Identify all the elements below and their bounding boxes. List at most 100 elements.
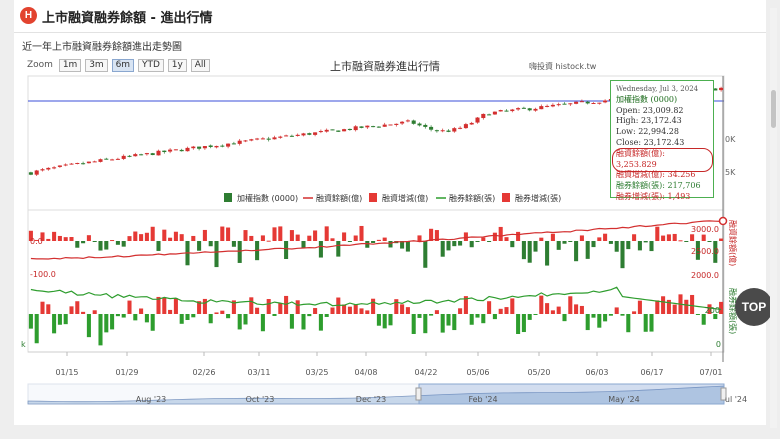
margin-change-bar (173, 231, 178, 241)
short-change-bar (417, 314, 422, 318)
candle-body (144, 153, 149, 155)
margin-change-bar (301, 241, 306, 249)
margin-change-bar (191, 235, 196, 241)
candle-body (365, 125, 370, 128)
margin-change-bar (347, 241, 352, 242)
short-change-bar (46, 304, 51, 314)
margin-change-bar (220, 226, 225, 241)
tooltip-series-name: 加權指數 (0000) (616, 94, 678, 104)
margin-change-bar (475, 241, 480, 242)
short-change-bar (690, 294, 695, 314)
short-change-bar (133, 314, 138, 321)
short-change-bar (98, 314, 103, 346)
margin-change-bar (446, 241, 451, 251)
scrollbar-thumb[interactable] (771, 90, 776, 128)
margin-change-bar (307, 235, 312, 241)
short-change-bar (475, 314, 480, 318)
tooltip-short-balance: 融券餘額(張): 217,706 (616, 181, 701, 191)
margin-change-bar (69, 237, 74, 241)
short-change-bar (434, 310, 439, 314)
pane1-right-tick: 5K (725, 168, 736, 177)
candle-body (307, 133, 312, 135)
pane3-left-tick: k (21, 340, 26, 349)
x-axis-label: 02/26 (192, 368, 215, 377)
margin-change-bar (684, 241, 689, 242)
short-change-bar (446, 314, 451, 326)
short-change-bar (440, 314, 445, 333)
navigator-label: ul '24 (725, 395, 747, 404)
margin-change-bar (666, 234, 671, 241)
candle-body (92, 161, 97, 163)
margin-change-bar (226, 227, 231, 241)
x-axis-label: 03/25 (305, 368, 328, 377)
back-to-top-button[interactable]: TOP (735, 288, 773, 326)
candle-body (52, 167, 57, 169)
short-change-bar (289, 314, 294, 329)
margin-change-bar (231, 241, 236, 247)
margin-change-bar (92, 241, 97, 242)
margin-change-bar (52, 231, 57, 241)
margin-change-bar (690, 234, 695, 241)
candle-body (469, 122, 474, 125)
candle-body (289, 135, 294, 137)
margin-change-bar (562, 241, 567, 244)
short-change-bar (481, 314, 486, 324)
candle-body (429, 126, 434, 130)
short-change-bar (144, 314, 149, 323)
short-change-bar (81, 311, 86, 314)
short-change-bar (57, 314, 62, 325)
margin-change-bar (516, 231, 521, 241)
stock-chart[interactable]: 加權指數 (0000) 融資餘額(億) 融資增減(億) 融券餘額(張) 融券增減(張) … (14, 0, 766, 425)
short-change-bar (179, 314, 184, 324)
candle-body (318, 131, 323, 133)
short-change-bar (684, 299, 689, 314)
candle-body (400, 121, 405, 124)
short-change-bar (260, 314, 265, 332)
candle-body (104, 158, 109, 160)
short-change-bar (516, 314, 521, 334)
candle-body (121, 155, 126, 159)
short-change-bar (388, 314, 393, 326)
short-change-bar (405, 307, 410, 314)
short-change-bar (545, 303, 550, 314)
navigator-handle-left (415, 387, 422, 401)
tooltip-short-change: 融券增減(張): 1,493 (616, 191, 691, 201)
candle-body (162, 150, 167, 153)
margin-change-bar (249, 235, 254, 241)
margin-change-bar (469, 241, 474, 248)
short-change-bar (533, 314, 538, 315)
margin-change-bar (336, 241, 341, 257)
margin-change-bar (179, 234, 184, 241)
short-change-bar (104, 314, 109, 333)
margin-change-bar (556, 241, 561, 250)
short-balance-line (30, 286, 722, 311)
short-change-bar (452, 314, 457, 331)
short-change-bar (347, 306, 352, 314)
candle-body (411, 120, 416, 124)
candle-body (719, 87, 724, 91)
short-change-bar (458, 308, 463, 314)
legend-item: 融券餘額(張) (449, 193, 495, 203)
short-change-bar (34, 314, 39, 344)
pane2-left-tick: -100.0 (30, 270, 56, 279)
short-change-bar (574, 304, 579, 314)
candle-body (481, 113, 486, 119)
page-scrollbar[interactable] (770, 8, 777, 428)
x-axis-label: 04/22 (414, 368, 437, 377)
short-change-bar (173, 298, 178, 314)
margin-change-bar (579, 235, 584, 241)
navigator-label: May '24 (608, 395, 639, 404)
candle-body (330, 129, 335, 131)
margin-change-bar (678, 240, 683, 242)
candle-body (266, 138, 271, 140)
candle-body (475, 117, 480, 123)
candle-body (86, 161, 91, 164)
margin-change-bar (237, 241, 242, 263)
candle-body (301, 133, 306, 136)
candle-body (521, 107, 526, 109)
margin-change-bar (330, 238, 335, 241)
short-change-bar (115, 314, 120, 317)
candle-body (28, 172, 33, 175)
pane2-right-tick: 3000.0 (691, 225, 719, 234)
candle-body (597, 102, 602, 104)
